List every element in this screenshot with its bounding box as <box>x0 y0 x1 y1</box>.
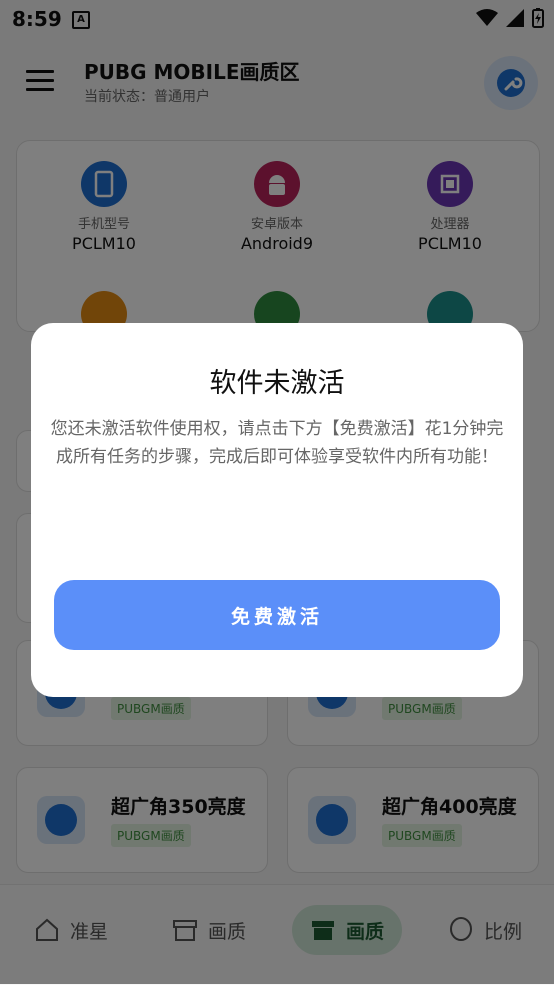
dialog-title: 软件未激活 <box>209 368 345 399</box>
free-activate-button[interactable]: 免费激活 <box>54 580 500 650</box>
dialog-message: 您还未激活软件使用权，请点击下方【免费激活】花1分钟完成所有任务的步骤，完成后即… <box>50 419 504 467</box>
activation-dialog: 软件未激活 您还未激活软件使用权，请点击下方【免费激活】花1分钟完成所有任务的步… <box>31 323 523 697</box>
